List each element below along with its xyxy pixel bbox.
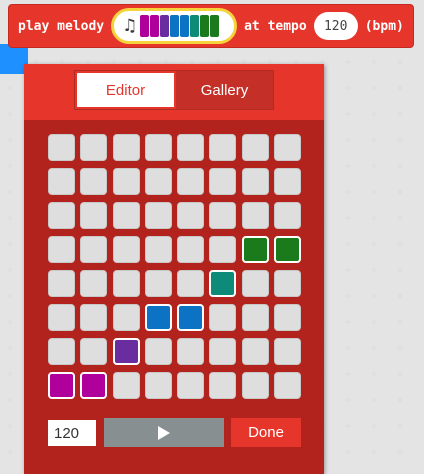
note-cell[interactable] bbox=[274, 134, 302, 161]
note-cell[interactable] bbox=[112, 270, 140, 297]
melody-preview-note bbox=[160, 15, 170, 37]
note-cell[interactable] bbox=[177, 270, 205, 297]
note-cell[interactable] bbox=[80, 236, 108, 263]
tempo-field[interactable]: 120 bbox=[313, 12, 358, 40]
note-cell[interactable] bbox=[209, 372, 237, 399]
note-cell[interactable] bbox=[274, 372, 302, 399]
note-cell[interactable] bbox=[209, 134, 237, 161]
note-cell[interactable] bbox=[112, 338, 140, 365]
note-cell[interactable] bbox=[209, 338, 237, 365]
note-cell[interactable] bbox=[112, 202, 140, 229]
note-cell[interactable] bbox=[209, 202, 237, 229]
note-cell[interactable] bbox=[48, 168, 75, 195]
note-cell[interactable] bbox=[48, 270, 75, 297]
note-cell[interactable] bbox=[241, 134, 269, 161]
note-cell[interactable] bbox=[241, 236, 269, 263]
play-button[interactable] bbox=[104, 418, 224, 447]
note-cell[interactable] bbox=[177, 304, 205, 331]
note-cell[interactable] bbox=[144, 134, 172, 161]
melody-preview-note bbox=[140, 15, 150, 37]
music-note-icon: ♫ bbox=[122, 15, 138, 36]
note-cell[interactable] bbox=[241, 168, 269, 195]
note-cell[interactable] bbox=[80, 202, 108, 229]
note-cell[interactable] bbox=[177, 202, 205, 229]
block-prefix-label: play melody bbox=[18, 18, 105, 34]
note-cell[interactable] bbox=[144, 168, 172, 195]
note-cell[interactable] bbox=[144, 202, 172, 229]
note-cell[interactable] bbox=[274, 270, 302, 297]
note-cell[interactable] bbox=[144, 304, 172, 331]
note-cell[interactable] bbox=[112, 236, 140, 263]
note-cell[interactable] bbox=[144, 270, 172, 297]
done-button[interactable]: Done bbox=[231, 418, 301, 447]
note-cell[interactable] bbox=[209, 304, 237, 331]
melody-preview-note bbox=[180, 15, 190, 37]
note-cell[interactable] bbox=[112, 134, 140, 161]
note-cell[interactable] bbox=[274, 304, 302, 331]
note-cell[interactable] bbox=[241, 270, 269, 297]
melody-preview-note bbox=[210, 15, 220, 37]
play-icon bbox=[158, 425, 170, 440]
note-cell[interactable] bbox=[48, 202, 75, 229]
note-cell[interactable] bbox=[80, 168, 108, 195]
note-cell[interactable] bbox=[48, 338, 75, 365]
note-cell[interactable] bbox=[241, 338, 269, 365]
note-cell[interactable] bbox=[274, 338, 302, 365]
note-cell[interactable] bbox=[80, 304, 108, 331]
note-cell[interactable] bbox=[209, 270, 237, 297]
note-cell[interactable] bbox=[48, 372, 75, 399]
block-middle-label: at tempo bbox=[244, 18, 307, 34]
note-cell[interactable] bbox=[80, 372, 108, 399]
note-cell[interactable] bbox=[241, 372, 269, 399]
note-cell[interactable] bbox=[112, 168, 140, 195]
melody-preview-note bbox=[190, 15, 200, 37]
tempo-input[interactable] bbox=[48, 420, 96, 446]
note-cell[interactable] bbox=[48, 304, 75, 331]
note-cell[interactable] bbox=[241, 202, 269, 229]
note-cell[interactable] bbox=[274, 236, 302, 263]
note-cell[interactable] bbox=[177, 338, 205, 365]
note-cell[interactable] bbox=[112, 372, 140, 399]
note-cell[interactable] bbox=[80, 270, 108, 297]
note-cell[interactable] bbox=[48, 134, 75, 161]
note-cell[interactable] bbox=[177, 236, 205, 263]
play-melody-block[interactable]: play melody ♫ at tempo 120 (bpm) bbox=[8, 4, 414, 48]
melody-field[interactable]: ♫ bbox=[111, 8, 238, 44]
note-cell[interactable] bbox=[241, 304, 269, 331]
note-cell[interactable] bbox=[274, 168, 302, 195]
tab-gallery[interactable]: Gallery bbox=[176, 71, 273, 109]
note-cell[interactable] bbox=[177, 134, 205, 161]
note-cell[interactable] bbox=[144, 372, 172, 399]
note-cell[interactable] bbox=[112, 304, 140, 331]
note-cell[interactable] bbox=[209, 168, 237, 195]
block-suffix-label: (bpm) bbox=[364, 18, 404, 34]
note-cell[interactable] bbox=[48, 236, 75, 263]
tab-editor[interactable]: Editor bbox=[75, 71, 176, 109]
note-cell[interactable] bbox=[144, 236, 172, 263]
note-cell[interactable] bbox=[274, 202, 302, 229]
melody-preview-note bbox=[150, 15, 160, 37]
note-cell[interactable] bbox=[144, 338, 172, 365]
melody-preview bbox=[140, 15, 220, 37]
melody-editor-panel: Editor Gallery Done bbox=[24, 64, 324, 474]
tab-bar: Editor Gallery bbox=[74, 70, 274, 110]
melody-preview-note bbox=[200, 15, 210, 37]
note-cell[interactable] bbox=[80, 338, 108, 365]
note-grid bbox=[48, 134, 302, 399]
note-cell[interactable] bbox=[80, 134, 108, 161]
note-cell[interactable] bbox=[177, 168, 205, 195]
note-cell[interactable] bbox=[177, 372, 205, 399]
melody-preview-note bbox=[170, 15, 180, 37]
note-cell[interactable] bbox=[209, 236, 237, 263]
